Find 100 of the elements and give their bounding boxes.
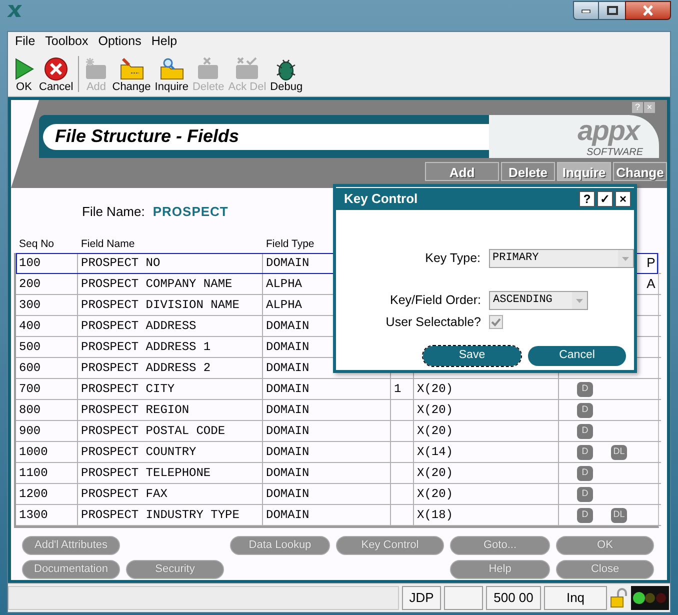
mode-tab[interactable]: Delete — [501, 162, 555, 181]
table-cell: X(20) — [414, 379, 559, 400]
status-amount: 500 00 — [486, 586, 541, 610]
column-header: Seq No — [18, 237, 56, 252]
table-cell: PROSPECT COMPANY NAME — [78, 274, 263, 295]
table-cell: PROSPECT POSTAL CODE — [78, 421, 263, 442]
action-button[interactable]: Security — [126, 560, 224, 579]
action-button[interactable]: Data Lookup — [230, 536, 330, 555]
cancel-icon — [44, 57, 68, 81]
table-cell: PROSPECT ADDRESS — [78, 316, 263, 337]
menu-item[interactable]: Toolbox — [42, 32, 92, 51]
action-button[interactable]: Close — [556, 560, 654, 579]
padlock-icon — [610, 588, 628, 608]
mode-tab[interactable]: Inquire — [557, 162, 611, 181]
table-cell: X(20) — [414, 484, 559, 505]
table-cell: 1200 — [16, 484, 78, 505]
maximize-icon — [606, 6, 618, 15]
table-cell: 1100 — [16, 463, 78, 484]
table-cell: 500 — [16, 337, 78, 358]
table-cell: 700 — [16, 379, 78, 400]
dropdown-value: ASCENDING — [493, 293, 552, 308]
action-button[interactable]: Documentation — [22, 560, 120, 579]
table-cell: DOMAIN — [263, 400, 391, 421]
check-icon — [491, 318, 501, 326]
table-cell: DOMAIN — [263, 463, 391, 484]
cross-box-icon — [196, 57, 220, 81]
empty-cell — [391, 463, 414, 484]
badge: D — [577, 444, 593, 460]
toolbar-button[interactable]: Cancel — [37, 57, 76, 94]
action-button[interactable]: OK — [556, 536, 654, 555]
action-button[interactable]: Help — [450, 560, 550, 579]
dropdown-value: PRIMARY — [492, 251, 539, 266]
key-type-dropdown[interactable]: PRIMARY — [488, 249, 634, 268]
table-cell: PROSPECT ADDRESS 2 — [78, 358, 263, 379]
table-cell: PROSPECT NO — [78, 253, 263, 274]
menu-item[interactable]: Options — [95, 32, 144, 51]
check-box-icon — [234, 57, 260, 81]
action-button[interactable]: Key Control — [336, 536, 444, 555]
table-cell: X(18) — [414, 505, 559, 526]
bug-icon — [275, 57, 298, 81]
empty-cell — [391, 484, 414, 505]
menu-item[interactable]: Help — [148, 32, 180, 51]
badge: D — [577, 402, 593, 418]
table-cell: A — [641, 274, 661, 295]
dialog-title: Key Control — [344, 190, 418, 208]
table-cell: PROSPECT TELEPHONE — [78, 463, 263, 484]
caret-icon — [618, 250, 633, 267]
mode-tab[interactable]: Add — [425, 162, 499, 181]
corner-button[interactable]: × — [644, 102, 655, 113]
file-name-value: PROSPECT — [152, 202, 228, 220]
dialog-button[interactable]: Cancel — [528, 346, 626, 366]
asterisk-box-icon — [84, 57, 108, 81]
action-button[interactable]: Add'l Attributes — [22, 536, 120, 555]
toolbar-button[interactable]: Change — [110, 57, 153, 94]
badge: D — [577, 424, 593, 438]
badge: D — [577, 486, 593, 502]
table-cell: 1000 — [16, 442, 78, 463]
menu-item[interactable]: File — [12, 32, 38, 51]
mode-tab[interactable]: Change — [613, 162, 667, 181]
app-logo-icon — [7, 4, 23, 18]
empty-cell — [391, 421, 414, 442]
order-dropdown[interactable]: ASCENDING — [489, 291, 588, 310]
dialog-title-button[interactable]: ? — [579, 191, 595, 207]
table-cell: 400 — [16, 316, 78, 337]
dialog-button[interactable]: Save — [423, 346, 521, 366]
minimize-icon — [581, 8, 591, 12]
table-cell: PROSPECT COUNTRY — [78, 442, 263, 463]
close-button[interactable] — [625, 1, 671, 20]
logo-subtitle: SOFTWARE — [586, 147, 644, 158]
checkbox[interactable] — [489, 315, 503, 329]
badge: D — [577, 466, 593, 480]
table-cell: PROSPECT FAX — [78, 484, 263, 505]
table-cell: 600 — [16, 358, 78, 379]
dialog-title-button[interactable]: ✓ — [597, 191, 613, 207]
toolbar-button[interactable]: OK — [11, 57, 37, 94]
badge: D — [577, 508, 593, 522]
close-icon — [642, 5, 654, 16]
table-cell: PROSPECT INDUSTRY TYPE — [78, 505, 263, 526]
maximize-button[interactable] — [599, 1, 625, 20]
play-icon — [13, 57, 35, 81]
toolbar-button[interactable]: Inquire — [152, 57, 190, 94]
status-mode: Inq — [544, 586, 607, 610]
toolbar-button[interactable]: Debug — [268, 57, 305, 94]
magnifier-folder-icon — [158, 57, 185, 81]
table-cell: DOMAIN — [263, 379, 391, 400]
traffic-light-icon — [631, 586, 669, 610]
table-cell: DOMAIN — [263, 484, 391, 505]
table-cell: X(20) — [414, 421, 559, 442]
field-label: Key Type: — [424, 250, 480, 268]
table-cell: 100 — [16, 253, 78, 274]
table-cell: 900 — [16, 421, 78, 442]
action-button[interactable]: Goto... — [450, 536, 550, 555]
table-cell: X(20) — [414, 400, 559, 421]
table-cell: PROSPECT ADDRESS 1 — [78, 337, 263, 358]
table-cell: P — [641, 253, 661, 274]
minimize-button[interactable] — [573, 1, 599, 20]
table-cell: X(20) — [414, 463, 559, 484]
dialog-title-button[interactable]: × — [615, 191, 631, 207]
status-user: JDP — [402, 586, 441, 610]
corner-button[interactable]: ? — [632, 102, 643, 113]
